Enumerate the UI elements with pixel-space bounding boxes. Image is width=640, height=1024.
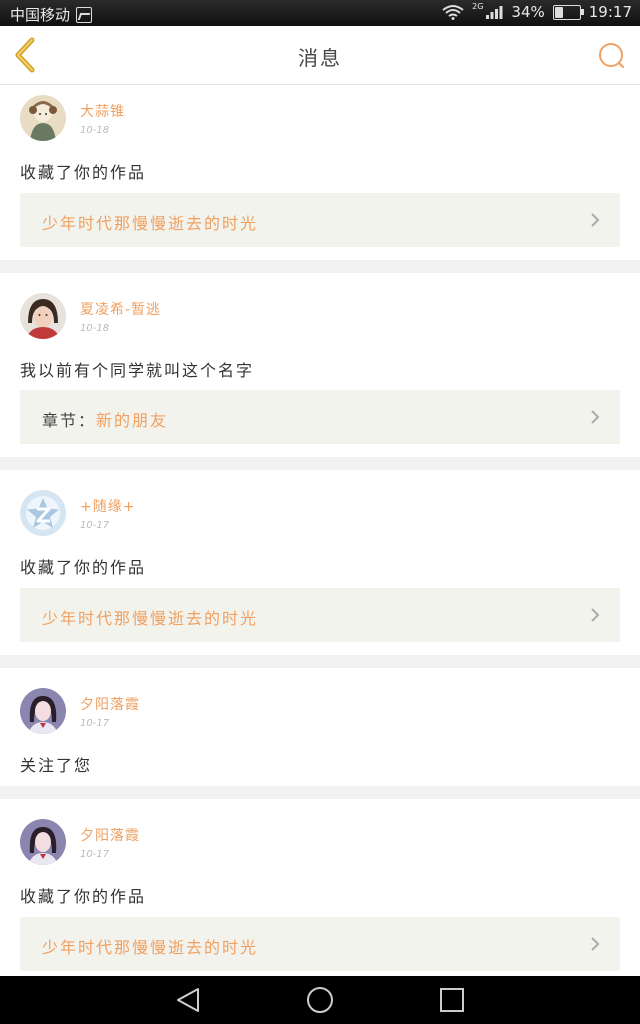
status-bar: 中国移动 2G 34% 19:17 — [0, 0, 640, 26]
message-time: 10-18 — [80, 323, 110, 334]
message-text: 收藏了你的作品 — [20, 163, 147, 182]
quote-label: 章节： — [42, 411, 97, 430]
avatar-image — [20, 819, 66, 865]
battery-percent: 34% — [511, 3, 545, 21]
circle-home-icon — [307, 987, 333, 1013]
chevron-right-icon — [591, 608, 600, 622]
quote-content: 章节：新的朋友 — [42, 407, 168, 431]
nav-home-button[interactable] — [300, 984, 340, 1016]
username[interactable]: 大蒜锥 — [80, 101, 125, 121]
avatar-image — [20, 95, 66, 141]
message-text: 收藏了你的作品 — [20, 887, 147, 906]
search-icon — [599, 43, 624, 68]
avatar-image — [20, 688, 66, 734]
message-card: 夕阳落霞 10-17 关注了您 — [0, 668, 640, 786]
clock: 19:17 — [588, 3, 632, 21]
chevron-right-icon — [591, 410, 600, 424]
quote-title: 新的朋友 — [96, 411, 169, 430]
signal-icon — [486, 6, 503, 19]
username[interactable]: 夕阳落霞 — [80, 694, 140, 714]
chevron-right-icon — [591, 213, 600, 227]
nav-recent-button[interactable] — [432, 984, 472, 1016]
quote-title: 少年时代那慢慢逝去的时光 — [42, 938, 259, 957]
triangle-back-icon — [177, 988, 199, 1012]
quote-content: 少年时代那慢慢逝去的时光 — [42, 934, 258, 958]
quote-title: 少年时代那慢慢逝去的时光 — [42, 214, 259, 233]
quoted-work-link[interactable]: 少年时代那慢慢逝去的时光 — [20, 193, 620, 247]
search-button[interactable] — [594, 38, 630, 74]
battery-icon — [552, 4, 584, 20]
avatar-image — [20, 490, 66, 536]
quoted-chapter-link[interactable]: 章节：新的朋友 — [20, 390, 620, 444]
message-time: 10-17 — [80, 718, 110, 729]
quoted-work-link[interactable]: 少年时代那慢慢逝去的时光 — [20, 917, 620, 971]
quote-title: 少年时代那慢慢逝去的时光 — [42, 609, 259, 628]
square-recent-icon — [440, 988, 464, 1012]
message-card: 大蒜锥 10-18 收藏了你的作品 少年时代那慢慢逝去的时光 — [0, 85, 640, 260]
message-text: 我以前有个同学就叫这个名字 — [20, 361, 255, 380]
system-nav-bar — [0, 976, 640, 1024]
username[interactable]: 夕阳落霞 — [80, 825, 140, 845]
chevron-right-icon — [591, 937, 600, 951]
avatar[interactable] — [20, 688, 66, 734]
nav-back-button[interactable] — [168, 984, 208, 1016]
image-notification-icon — [76, 6, 93, 23]
avatar[interactable] — [20, 95, 66, 141]
message-time: 10-17 — [80, 849, 110, 860]
app-header: 消息 — [0, 26, 640, 85]
username[interactable]: 夏凌希-暂逃 — [80, 299, 161, 319]
quoted-work-link[interactable]: 少年时代那慢慢逝去的时光 — [20, 588, 620, 642]
message-time: 10-18 — [80, 125, 110, 136]
page-title: 消息 — [298, 46, 342, 70]
network-type-label: 2G — [472, 1, 484, 11]
message-text: 关注了您 — [20, 756, 93, 775]
battery-level — [554, 6, 563, 18]
wifi-icon — [442, 5, 464, 20]
avatar-image — [20, 293, 66, 339]
avatar[interactable] — [20, 293, 66, 339]
username[interactable]: +随缘+ — [80, 496, 135, 516]
quote-content: 少年时代那慢慢逝去的时光 — [42, 210, 258, 234]
message-card: +随缘+ 10-17 收藏了你的作品 少年时代那慢慢逝去的时光 — [0, 470, 640, 655]
avatar[interactable] — [20, 819, 66, 865]
message-card: 夏凌希-暂逃 10-18 我以前有个同学就叫这个名字 章节：新的朋友 — [0, 273, 640, 457]
message-text: 收藏了你的作品 — [20, 558, 147, 577]
carrier-label: 中国移动 — [10, 6, 71, 24]
message-time: 10-17 — [80, 520, 110, 531]
quote-content: 少年时代那慢慢逝去的时光 — [42, 605, 258, 629]
avatar[interactable] — [20, 490, 66, 536]
message-card: 夕阳落霞 10-17 收藏了你的作品 少年时代那慢慢逝去的时光 — [0, 799, 640, 976]
